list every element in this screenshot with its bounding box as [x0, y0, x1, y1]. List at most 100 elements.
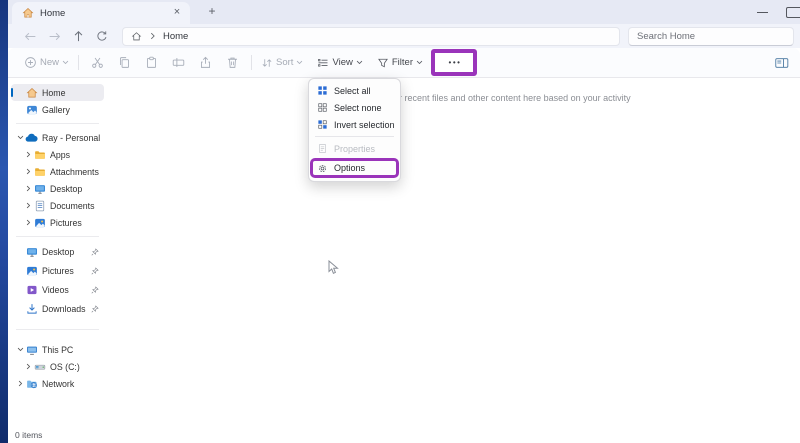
back-icon[interactable] [18, 26, 42, 46]
view-button-label: View [332, 57, 352, 68]
chevron-down-icon [416, 60, 423, 65]
sidebar: Home Gallery Ray [8, 78, 107, 427]
breadcrumb[interactable]: Home [163, 31, 188, 42]
sidebar-item-this-pc[interactable]: This PC [11, 341, 104, 358]
titlebar: Home × + [8, 0, 800, 24]
new-button-label: New [40, 57, 59, 68]
drive-icon [33, 361, 46, 373]
sidebar-item-pictures-onedrive[interactable]: Pictures [19, 214, 104, 231]
up-icon[interactable] [66, 26, 90, 46]
menu-item-select-none[interactable]: Select none [311, 99, 398, 116]
chevron-right-icon[interactable] [24, 363, 33, 370]
chevron-right-icon[interactable] [24, 168, 33, 175]
sidebar-item-label: Apps [50, 150, 104, 160]
filter-button-label: Filter [392, 57, 413, 68]
navigation-bar: Home [8, 24, 800, 48]
search-input[interactable] [637, 31, 785, 42]
chevron-right-icon[interactable] [16, 380, 25, 387]
invert-selection-icon [317, 119, 328, 130]
close-tab-icon[interactable]: × [170, 6, 184, 20]
chevron-down-icon[interactable] [16, 135, 25, 140]
chevron-right-icon[interactable] [24, 151, 33, 158]
new-button[interactable]: New [20, 51, 73, 75]
sidebar-item-label: Downloads [42, 304, 91, 314]
sidebar-item-home[interactable]: Home [11, 84, 104, 101]
chevron-right-icon[interactable] [24, 219, 33, 226]
sidebar-item-documents[interactable]: Documents [19, 197, 104, 214]
pin-icon [91, 248, 99, 256]
chevron-down-icon [62, 60, 69, 65]
minimize-icon[interactable] [746, 0, 780, 24]
search-box[interactable] [628, 27, 794, 46]
share-icon[interactable] [192, 51, 219, 75]
menu-item-invert-selection[interactable]: Invert selection [311, 116, 398, 133]
sidebar-item-desktop-onedrive[interactable]: Desktop [19, 180, 104, 197]
filter-button[interactable]: Filter [373, 51, 427, 75]
sidebar-item-attachments[interactable]: Attachments [19, 163, 104, 180]
see-more-button[interactable]: ••• [431, 49, 477, 76]
items-count: 0 items [15, 430, 42, 440]
sidebar-item-apps[interactable]: Apps [19, 146, 104, 163]
sidebar-item-label: Desktop [42, 247, 91, 257]
chevron-right-icon[interactable] [24, 185, 33, 192]
document-icon [33, 200, 46, 212]
delete-icon[interactable] [219, 51, 246, 75]
sidebar-item-pictures-pinned[interactable]: Pictures [11, 261, 104, 280]
downloads-icon [25, 303, 38, 315]
sidebar-item-label: Pictures [42, 266, 91, 276]
onedrive-cloud-icon [25, 133, 38, 143]
sidebar-item-os-c[interactable]: OS (C:) [19, 358, 104, 375]
this-pc-icon [25, 344, 38, 356]
refresh-icon[interactable] [90, 26, 114, 46]
menu-item-options[interactable]: Options [310, 158, 399, 178]
menu-item-label: Properties [334, 144, 375, 154]
recent-files-hint: ur recent files and other content here b… [394, 93, 631, 103]
menu-item-label: Invert selection [334, 120, 395, 130]
more-icon: ••• [447, 60, 462, 66]
sidebar-item-downloads-pinned[interactable]: Downloads [11, 299, 104, 318]
rename-icon[interactable] [165, 51, 192, 75]
menu-item-label: Select all [334, 86, 371, 96]
chevron-right-icon[interactable] [24, 202, 33, 209]
sidebar-item-label: Home [42, 88, 104, 98]
sort-button-label: Sort [276, 57, 293, 68]
mouse-cursor [328, 260, 339, 275]
chevron-down-icon[interactable] [16, 347, 25, 352]
gallery-icon [25, 104, 38, 116]
pin-icon [91, 267, 99, 275]
maximize-icon[interactable] [780, 0, 800, 24]
sidebar-item-label: Documents [50, 201, 104, 211]
file-explorer-window: Home × + [8, 0, 800, 443]
copy-icon[interactable] [111, 51, 138, 75]
tab-title: Home [40, 8, 170, 19]
menu-item-label: Options [334, 163, 365, 173]
sort-button[interactable]: Sort [257, 51, 307, 75]
filter-icon [377, 57, 389, 69]
toolbar-divider [251, 55, 252, 70]
pin-icon [91, 305, 99, 313]
sidebar-item-label: Desktop [50, 184, 104, 194]
pictures-icon [25, 265, 38, 277]
sidebar-item-label: Attachments [50, 167, 104, 177]
cut-icon[interactable] [84, 51, 111, 75]
sidebar-item-videos-pinned[interactable]: Videos [11, 280, 104, 299]
new-tab-icon[interactable]: + [204, 4, 220, 20]
address-bar[interactable]: Home [122, 27, 620, 46]
status-bar: 0 items [8, 427, 800, 443]
sidebar-item-label: Network [42, 379, 104, 389]
sidebar-item-network[interactable]: Network [11, 375, 104, 392]
sidebar-item-desktop-pinned[interactable]: Desktop [11, 242, 104, 261]
sidebar-item-gallery[interactable]: Gallery [11, 101, 104, 118]
view-button[interactable]: View [313, 51, 366, 75]
menu-item-properties[interactable]: Properties [311, 140, 398, 157]
forward-icon[interactable] [42, 26, 66, 46]
view-icon [317, 57, 329, 69]
sidebar-item-onedrive[interactable]: Ray - Personal [11, 129, 104, 146]
paste-icon[interactable] [138, 51, 165, 75]
breadcrumb-home-icon[interactable] [131, 31, 142, 42]
menu-item-select-all[interactable]: Select all [311, 82, 398, 99]
folder-icon [33, 166, 46, 178]
menu-item-label: Select none [334, 103, 382, 113]
explorer-tab-home[interactable]: Home × [12, 2, 190, 24]
details-pane-icon[interactable] [768, 51, 795, 75]
